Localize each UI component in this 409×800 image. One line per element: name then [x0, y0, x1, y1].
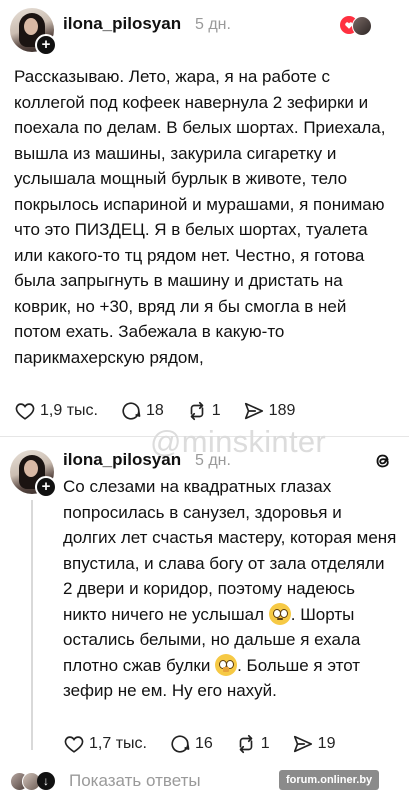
reply-avatars: ↓: [10, 771, 60, 791]
post-time: 5 дн.: [195, 16, 231, 33]
comment-icon: [122, 402, 141, 420]
like-count: 1,7 тыс.: [89, 735, 147, 752]
heart-outline-icon: [64, 736, 84, 753]
post-actions: 1,9 тыс. 18 1 189: [14, 399, 317, 423]
thread-line: [31, 500, 33, 750]
post-actions: 1,7 тыс. 16 1 19: [63, 732, 357, 756]
comment-icon: [171, 735, 190, 753]
send-icon: [293, 735, 312, 753]
like-button[interactable]: 1,7 тыс.: [63, 733, 147, 755]
like-count: 1,9 тыс.: [40, 402, 98, 419]
comment-button[interactable]: 16: [169, 733, 213, 755]
avatar-face: [24, 460, 38, 477]
share-count: 189: [268, 402, 296, 419]
follow-plus-icon[interactable]: +: [35, 34, 57, 56]
follow-plus-icon[interactable]: +: [35, 476, 57, 498]
post-1: + ilona_pilosyan 5 дн. Рассказываю. Лето…: [0, 0, 409, 444]
threads-logo-icon[interactable]: [372, 450, 394, 477]
comment-count: 18: [145, 402, 164, 419]
username[interactable]: ilona_pilosyan: [63, 450, 181, 470]
username[interactable]: ilona_pilosyan: [63, 14, 181, 34]
send-icon: [244, 402, 263, 420]
show-replies-row[interactable]: ↓ Показать ответы: [10, 770, 201, 792]
repost-count: 1: [211, 402, 221, 419]
post-time: 5 дн.: [195, 452, 231, 469]
post-2: + ilona_pilosyan 5 дн. Со слезами на ква…: [0, 444, 409, 764]
comment-count: 16: [194, 735, 213, 752]
liker-avatar: [352, 16, 372, 36]
face-with-hand-over-mouth-emoji-icon: [215, 653, 238, 676]
source-badge: forum.onliner.by: [279, 770, 380, 790]
repost-button[interactable]: 1: [186, 400, 221, 422]
like-button[interactable]: 1,9 тыс.: [14, 400, 98, 422]
repost-icon: [190, 401, 204, 421]
post-text-part-1: Со слезами на квадратных глазах попросил…: [63, 477, 397, 624]
post-text: Со слезами на квадратных глазах попросил…: [63, 474, 398, 704]
share-count: 19: [317, 735, 336, 752]
repost-icon: [239, 734, 253, 754]
repost-count: 1: [260, 735, 270, 752]
avatar-face: [24, 18, 38, 35]
flushed-face-emoji-icon: [268, 602, 291, 625]
comment-button[interactable]: 18: [120, 400, 164, 422]
share-button[interactable]: 19: [292, 733, 336, 755]
expand-arrow-icon: ↓: [37, 772, 55, 790]
post-text: Рассказываю. Лето, жара, я на работе с к…: [14, 67, 386, 367]
show-replies-label[interactable]: Показать ответы: [69, 771, 201, 791]
liked-badge: [340, 16, 372, 36]
share-button[interactable]: 189: [243, 400, 296, 422]
heart-outline-icon: [15, 403, 35, 420]
repost-button[interactable]: 1: [235, 733, 270, 755]
